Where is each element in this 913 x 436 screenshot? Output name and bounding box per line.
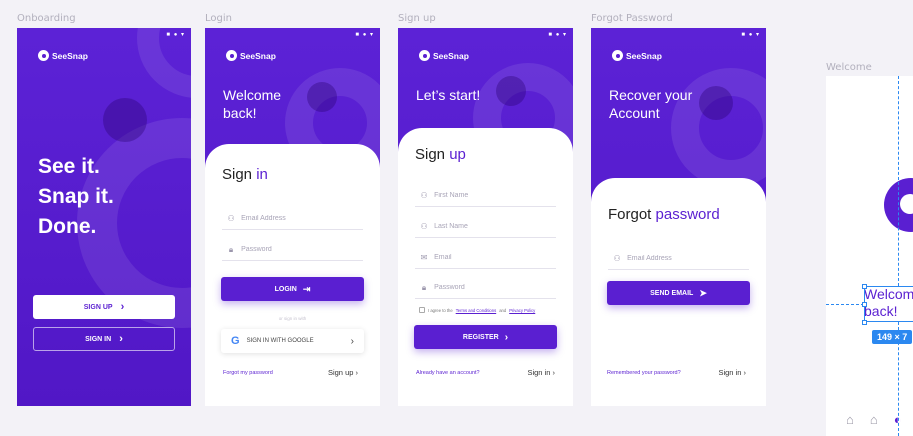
forgot-hero-title: Recover your Account [609, 87, 693, 121]
password-input[interactable] [241, 246, 363, 253]
email-field[interactable]: ✉ [415, 247, 556, 269]
decorative-circle [103, 98, 147, 142]
frame-label-onboarding[interactable]: Onboarding [17, 13, 76, 24]
resize-handle[interactable] [862, 284, 867, 289]
frame-label-forgot-password[interactable]: Forgot Password [591, 13, 673, 24]
first-name-field[interactable]: ⚇ [415, 185, 556, 207]
terms-link[interactable]: Terms and Conditions [456, 308, 497, 313]
email-input[interactable] [434, 254, 556, 261]
chevron-right-icon: › [350, 335, 354, 347]
resize-handle[interactable] [862, 320, 867, 325]
forgot-card-title: Forgot password [608, 206, 720, 223]
terms-checkbox[interactable] [419, 307, 425, 313]
email-input[interactable] [241, 215, 363, 222]
decorative-circle [307, 82, 337, 112]
status-bar-icons: ■ ● ▾ [166, 32, 185, 38]
privacy-link[interactable]: Privacy Policy [509, 308, 535, 313]
frame-label-signup[interactable]: Sign up [398, 13, 436, 24]
chevron-right-icon: › [743, 368, 747, 377]
logo-icon [38, 50, 49, 61]
last-name-input[interactable] [434, 223, 556, 230]
signup-button[interactable]: SIGN UP › [33, 295, 175, 319]
forgot-password-link[interactable]: Forgot my password [223, 370, 273, 376]
status-bar-icons: ■ ● ▾ [548, 32, 567, 38]
frame-label-welcome[interactable]: Welcome [826, 62, 872, 73]
chevron-right-icon: › [119, 333, 123, 345]
brand-logo: SeeSnap [419, 50, 469, 61]
logo-icon [612, 50, 623, 61]
password-field[interactable]: 🔒︎ [415, 277, 556, 299]
signin-link[interactable]: Sign in › [718, 368, 746, 377]
resize-handle[interactable] [862, 302, 867, 307]
bottom-nav: ⌂ ⌂ ◐ [846, 412, 902, 427]
brand-name: SeeSnap [626, 50, 662, 61]
user-icon: ⚇ [613, 254, 621, 263]
google-signin-button[interactable]: G SIGN IN WITH GOOGLE › [221, 329, 364, 353]
onboarding-headline: See it. Snap it. Done. [38, 155, 114, 238]
login-card: Sign in ⚇ 🔒︎ LOGIN ⇥ or sign in with G S… [205, 144, 380, 406]
brand-name: SeeSnap [52, 50, 88, 61]
mail-icon: ✉ [420, 253, 428, 262]
chevron-right-icon: › [120, 301, 125, 313]
user-icon: ⚇ [420, 191, 428, 200]
logo-icon [419, 50, 430, 61]
password-field[interactable]: 🔒︎ [222, 239, 363, 261]
brand-logo: SeeSnap [38, 50, 88, 61]
selection-box[interactable] [864, 286, 913, 322]
register-button[interactable]: REGISTER › [414, 325, 557, 349]
remembered-password-link[interactable]: Remembered your password? [607, 370, 681, 376]
brand-name: SeeSnap [433, 50, 469, 61]
email-field[interactable]: ⚇ [222, 208, 363, 230]
send-email-button[interactable]: SEND EMAIL ➤ [607, 281, 750, 305]
already-have-account-link[interactable]: Already have an account? [416, 370, 480, 376]
brand-logo: SeeSnap [612, 50, 662, 61]
chevron-right-icon: › [552, 368, 556, 377]
email-field[interactable]: ⚇ [608, 248, 749, 270]
brand-name: SeeSnap [240, 50, 276, 61]
signin-link[interactable]: Sign in › [527, 368, 555, 377]
login-card-title: Sign in [222, 166, 268, 183]
chevron-right-icon: › [355, 368, 359, 377]
login-arrow-icon: ⇥ [302, 283, 311, 294]
status-bar-icons: ■ ● ▾ [355, 32, 374, 38]
brand-logo: SeeSnap [226, 50, 276, 61]
user-icon: ⚇ [227, 214, 235, 223]
lock-icon: 🔒︎ [421, 282, 427, 292]
google-icon: G [231, 335, 240, 347]
frame-label-login[interactable]: Login [205, 13, 232, 24]
password-input[interactable] [434, 284, 556, 291]
forgot-password-screen: ■ ● ▾ SeeSnap Recover your Account Forgo… [591, 28, 766, 406]
measurement-guide-horizontal [826, 304, 864, 305]
terms-agreement: I agree to the Terms and Conditions and … [419, 307, 559, 313]
or-divider-text: or sign in with [278, 316, 307, 321]
signup-screen: ■ ● ▾ SeeSnap Let’s start! Sign up ⚇ ⚇ ✉… [398, 28, 573, 406]
logo-icon [226, 50, 237, 61]
decorative-circle [496, 76, 526, 106]
email-input[interactable] [627, 255, 749, 262]
chevron-right-icon: › [504, 331, 509, 343]
login-hero-title: Welcome back! [223, 87, 282, 121]
home-icon[interactable]: ⌂ [870, 412, 878, 427]
signup-link[interactable]: Sign up › [328, 368, 358, 377]
signup-hero-title: Let’s start! [416, 87, 481, 103]
home-icon[interactable]: ⌂ [846, 412, 854, 427]
user-icon: ⚇ [420, 222, 428, 231]
login-screen: ■ ● ▾ SeeSnap Welcome back! Sign in ⚇ 🔒︎… [205, 28, 380, 406]
status-bar-icons: ■ ● ▾ [741, 32, 760, 38]
lock-icon: 🔒︎ [228, 244, 234, 254]
first-name-input[interactable] [434, 192, 556, 199]
signup-card-title: Sign up [415, 146, 466, 163]
welcome-screen: Welcome back! ⌂ ⌂ ◐ [826, 76, 913, 436]
decorative-circle [699, 86, 733, 120]
forgot-card: Forgot password ⚇ SEND EMAIL ➤ Remembere… [591, 178, 766, 406]
login-button[interactable]: LOGIN ⇥ [221, 277, 364, 301]
selection-size-badge: 149 × 7 [872, 330, 913, 344]
last-name-field[interactable]: ⚇ [415, 216, 556, 238]
signup-card: Sign up ⚇ ⚇ ✉ 🔒︎ I agree to the Terms an… [398, 128, 573, 406]
signin-button[interactable]: SIGN IN › [33, 327, 175, 351]
measurement-guide-vertical [898, 76, 899, 286]
onboarding-screen: ■ ● ▾ SeeSnap See it. Snap it. Done. SIG… [17, 28, 191, 406]
send-icon: ➤ [699, 287, 707, 298]
